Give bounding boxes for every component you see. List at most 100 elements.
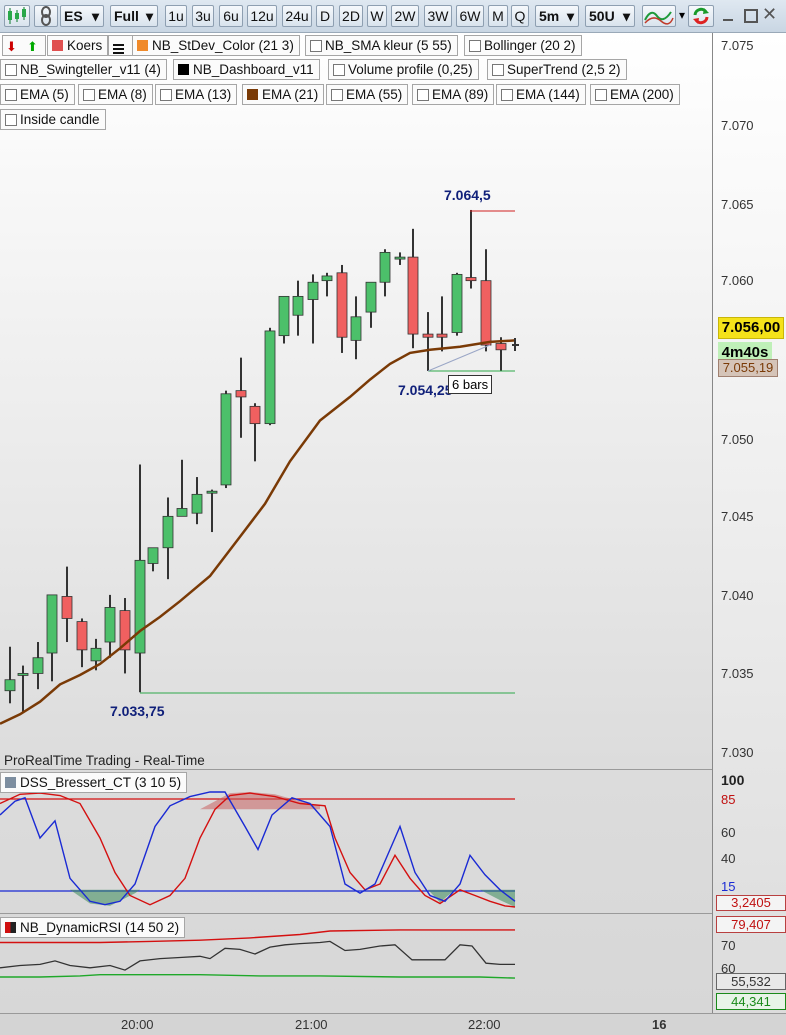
candle-body [17,673,29,676]
timeframe-button[interactable]: 3W [424,5,452,27]
candle-body [4,679,16,692]
indicator-tag-swingteller[interactable]: NB_Swingteller_v11 (4) [0,59,167,80]
timeframe-button[interactable]: D [316,5,334,27]
candles [4,209,507,713]
indicator-tag-supertrend[interactable]: SuperTrend (2,5 2) [487,59,627,80]
candle-body [104,607,116,643]
indicator-tag-ema144[interactable]: EMA (144) [496,84,586,105]
timeframe-button[interactable]: 6u [219,5,243,27]
indicator-tag-ema8[interactable]: EMA (8) [78,84,153,105]
maximize-icon[interactable] [742,7,758,23]
indicator-tag-dashboard[interactable]: NB_Dashboard_v11 [173,59,320,80]
color-swatch [52,40,63,51]
checkbox[interactable] [310,40,322,52]
candle-body [394,256,406,260]
link-icon[interactable] [34,5,58,27]
chevron-down-icon[interactable]: ▾ [679,8,685,22]
indicator-label: Bollinger (20 2) [484,38,576,53]
time-axis[interactable]: 20:00 21:00 22:00 16 [0,1013,786,1035]
checkbox[interactable] [501,89,513,101]
indicator-tag-volume-profile[interactable]: Volume profile (0,25) [328,59,479,80]
indicator-tag-ema13[interactable]: EMA (13) [155,84,238,105]
close-icon[interactable]: ✕ [762,4,777,25]
indicator-label: Volume profile (0,25) [348,62,473,77]
timeframe-button[interactable]: M [488,5,508,27]
units-select[interactable]: 50U ▾ [585,5,635,27]
time-tick: 22:00 [468,1017,501,1032]
candlestick-icon[interactable] [4,5,30,27]
symbol-select[interactable]: ES ▾ [60,5,104,27]
price-tick: 7.030 [721,745,754,760]
checkbox[interactable] [5,114,17,126]
color-swatch [178,64,189,75]
indicator-tag-inside-candle[interactable]: Inside candle [0,109,106,130]
mode-select[interactable]: Full ▾ [110,5,158,27]
list-icon [113,40,124,54]
checkbox[interactable] [160,89,172,101]
price-axis[interactable]: 7.075 7.070 7.065 7.060 7.050 7.045 7.04… [712,33,786,1013]
pane-separator [0,769,712,770]
checkbox[interactable] [83,89,95,101]
indicator-tag-ema21[interactable]: EMA (21) [242,84,325,105]
timeframe-button[interactable]: 24u [282,5,312,27]
units-value: 50U [589,8,615,24]
order-buttons[interactable]: ⬇ ⬆ [2,35,46,56]
indicator-tag-ema5[interactable]: EMA (5) [0,84,75,105]
candle-body [292,295,304,316]
checkbox[interactable] [492,64,504,76]
candle-body [220,393,232,486]
candle-body [307,281,319,300]
minimize-icon[interactable] [720,7,736,23]
timeframe-button[interactable]: 2D [339,5,363,27]
pane-separator [0,913,712,914]
indicator-tag-stdev-color[interactable]: NB_StDev_Color (21 3) [132,35,300,56]
color-swatch [137,40,148,51]
low-price-label: 7.033,75 [110,703,165,719]
indicator-tag-sma[interactable]: NB_SMA kleur (5 55) [305,35,458,56]
checkbox[interactable] [595,89,607,101]
color-swatch [5,777,16,788]
checkbox[interactable] [331,89,343,101]
indicator-tag-ema55[interactable]: EMA (55) [326,84,409,105]
interval-select[interactable]: 5m ▾ [535,5,579,27]
indicator-label: EMA (8) [98,87,147,102]
price-chart-panel[interactable]: ⬇ ⬆ Koers NB_StDev_Color (21 3) NB_SMA k… [0,33,712,1013]
candle-body [235,390,247,398]
indicator-tag-dss[interactable]: DSS_Bressert_CT (3 10 5) [0,772,188,793]
candle-body [278,295,290,337]
indicator-label: NB_StDev_Color (21 3) [152,38,294,53]
indicator-tag-stdev[interactable] [108,35,134,56]
rsi-line [0,940,515,971]
chart-canvas[interactable] [0,33,712,1013]
timeframe-button[interactable]: W [367,5,387,27]
platform-footer: ProRealTime Trading - Real-Time [4,753,205,768]
timeframe-button[interactable]: 3u [192,5,214,27]
checkbox[interactable] [417,89,429,101]
checkbox[interactable] [5,64,17,76]
indicator-chart-icon[interactable] [642,5,676,27]
price-tick: 7.035 [721,666,754,681]
timeframe-button[interactable]: 6W [456,5,484,27]
indicator-tag-rsi[interactable]: NB_DynamicRSI (14 50 2) [0,917,186,938]
timeframe-button[interactable]: 12u [247,5,277,27]
timeframe-button[interactable]: 2W [391,5,419,27]
candle-body [61,596,73,619]
sell-arrow-icon[interactable]: ⬇ [6,37,17,56]
timeframe-button[interactable]: Q [511,5,529,27]
buy-arrow-icon[interactable]: ⬆ [27,37,38,56]
refresh-icon[interactable] [688,5,714,27]
indicator-tag-ema89[interactable]: EMA (89) [412,84,495,105]
candle-body [365,281,377,313]
timeframe-button[interactable]: 1u [165,5,187,27]
checkbox[interactable] [5,89,17,101]
indicator-tag-koers[interactable]: Koers [47,35,109,56]
indicator-label: NB_Dashboard_v11 [193,62,314,77]
indicator-label: NB_DynamicRSI (14 50 2) [20,920,180,935]
indicator-label: Inside candle [20,112,100,127]
indicator-tag-ema200[interactable]: EMA (200) [590,84,680,105]
interval-value: 5m [539,8,560,24]
candle-body [264,330,276,425]
checkbox[interactable] [333,64,345,76]
checkbox[interactable] [469,40,481,52]
indicator-tag-bollinger[interactable]: Bollinger (20 2) [464,35,582,56]
